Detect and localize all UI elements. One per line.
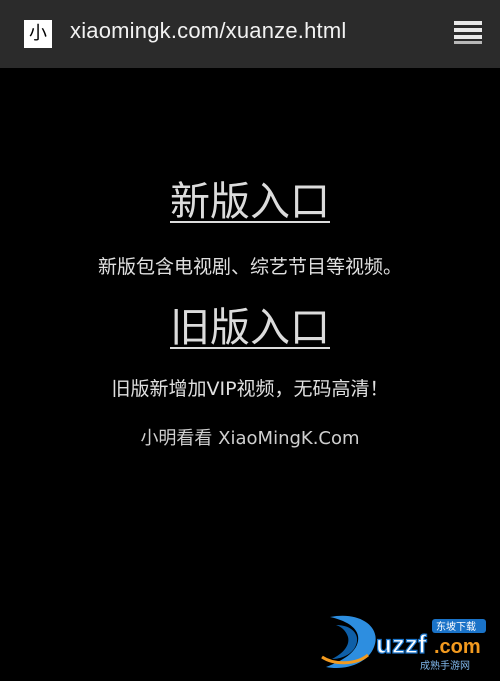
url-bar[interactable]: xiaomingk.com/xuanze.html [70, 18, 346, 44]
old-version-entry-link[interactable]: 旧版入口 [0, 304, 500, 352]
site-favicon-icon: 小 [24, 20, 52, 48]
watermark-tagline-top: 东坡下载 [436, 620, 476, 633]
hamburger-menu-icon[interactable] [452, 20, 484, 46]
page-content: 新版入口 新版包含电视剧、综艺节目等视频。 旧版入口 旧版新增加VIP视频，无码… [0, 68, 500, 681]
svg-text:.com: .com [434, 636, 481, 658]
uzzf-watermark-logo: uzzf .com 东坡下载 成熟手游网 [321, 615, 486, 672]
browser-toolbar: 小 xiaomingk.com/xuanze.html [0, 0, 500, 68]
watermark-tagline-bottom: 成熟手游网 [420, 659, 470, 672]
svg-text:uzzf: uzzf [376, 629, 427, 659]
old-version-description: 旧版新增加VIP视频，无码高清！ [111, 378, 389, 400]
site-footer-text: 小明看看 XiaoMingK.Com [140, 428, 360, 449]
new-version-description: 新版包含电视剧、综艺节目等视频。 [97, 256, 402, 278]
new-version-entry-link[interactable]: 新版入口 [0, 178, 500, 226]
